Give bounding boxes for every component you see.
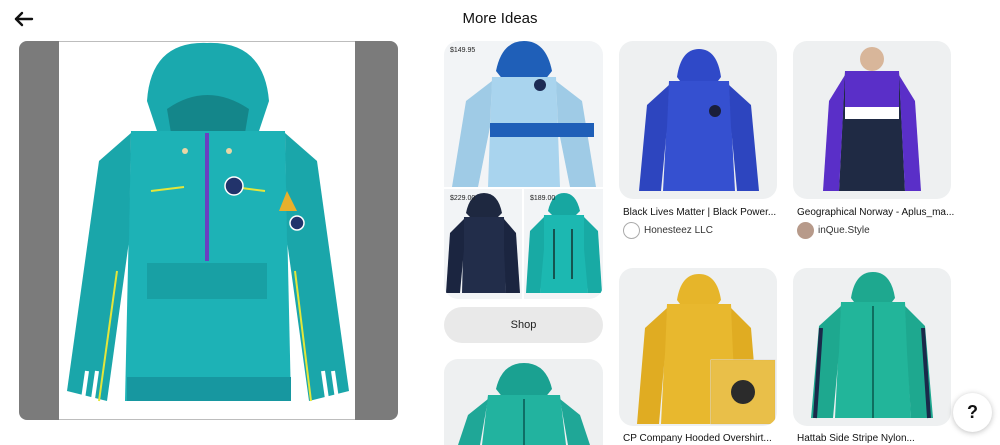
image-top-border xyxy=(59,41,355,42)
pin-title[interactable]: CP Company Hooded Overshirt... xyxy=(623,433,772,444)
pin-card[interactable] xyxy=(793,268,951,426)
main-pin-image xyxy=(59,41,355,420)
pin-creator[interactable]: Honesteez LLC xyxy=(623,222,713,239)
pin-card[interactable] xyxy=(619,268,777,426)
pin-card[interactable] xyxy=(793,41,951,199)
price-label: $229.00 xyxy=(450,195,476,202)
pin-card[interactable] xyxy=(619,41,777,199)
main-image-viewer[interactable] xyxy=(19,41,398,420)
shop-product-tile[interactable]: $149.95 xyxy=(444,41,603,187)
help-button[interactable]: ? xyxy=(953,393,992,432)
shop-button[interactable]: Shop xyxy=(444,307,603,343)
pin-creator[interactable]: inQue.Style xyxy=(797,222,870,239)
price-label: $149.95 xyxy=(450,47,476,54)
page-title: More Ideas xyxy=(462,10,538,27)
shopping-collage: $149.95 $229.00 $189.00 xyxy=(444,41,603,299)
creator-avatar xyxy=(623,222,640,239)
creator-name: Honesteez LLC xyxy=(644,225,713,236)
pin-card[interactable] xyxy=(444,359,603,445)
shop-product-tile[interactable]: $189.00 xyxy=(524,189,603,299)
shop-product-tile[interactable]: $229.00 xyxy=(444,189,522,299)
price-label: $189.00 xyxy=(530,195,556,202)
question-mark-icon: ? xyxy=(967,402,978,422)
image-bottom-border xyxy=(59,419,355,420)
pin-title[interactable]: Hattab Side Stripe Nylon... xyxy=(797,433,915,444)
pin-title[interactable]: Geographical Norway - Aplus_ma... xyxy=(797,207,954,218)
pin-title[interactable]: Black Lives Matter | Black Power... xyxy=(623,207,776,218)
creator-name: inQue.Style xyxy=(818,225,870,236)
creator-avatar xyxy=(797,222,814,239)
